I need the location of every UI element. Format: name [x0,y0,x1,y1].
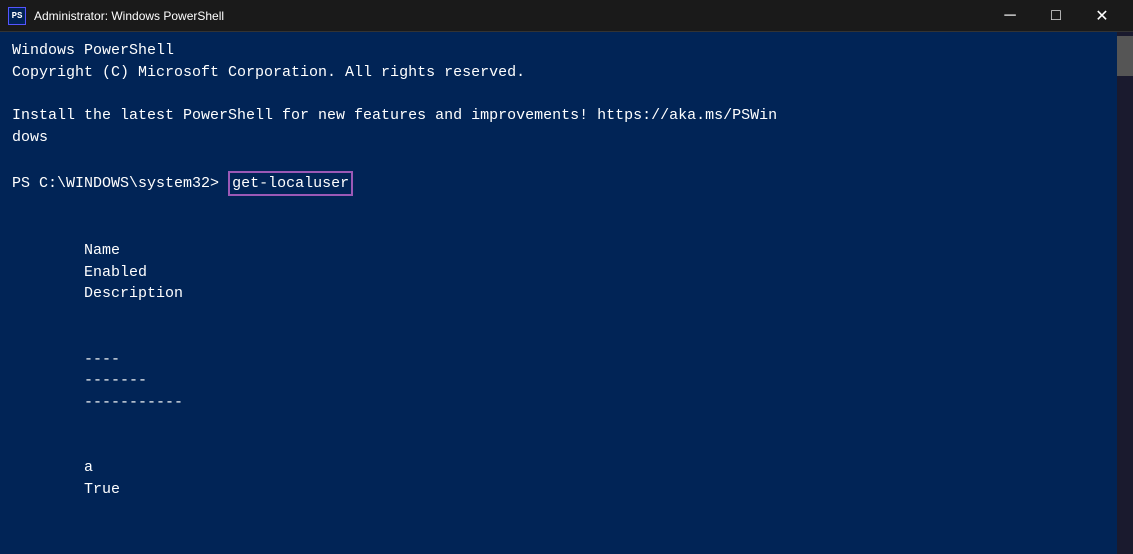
console-line-3 [12,84,1105,106]
console-line-2: Copyright (C) Microsoft Corporation. All… [12,62,1105,84]
col-header-name: Name [84,240,304,262]
row-0-enabled: True [84,479,164,501]
table-row-1: aaa False [12,544,1105,554]
table-separator: ---- ------- ----------- [12,327,1105,436]
blank-after-cmd [12,196,1105,218]
col-sep-name: ---- [84,349,304,371]
window-controls: ─ □ ✕ [987,0,1125,32]
command-text: get-localuser [228,171,353,197]
app-icon: PS [8,7,26,25]
col-header-enabled: Enabled [84,262,164,284]
col-header-desc: Description [84,283,183,305]
col-sep-enabled: ------- [84,370,164,392]
table-row-0: a True [12,436,1105,545]
console-line-4: Install the latest PowerShell for new fe… [12,105,1105,127]
console-line-1: Windows PowerShell [12,40,1105,62]
close-button[interactable]: ✕ [1079,0,1125,32]
console-line-5: dows [12,127,1105,149]
prompt-text: PS C:\WINDOWS\system32> [12,173,219,195]
console-line-6 [12,149,1105,171]
scrollbar[interactable] [1117,32,1133,554]
title-bar: PS Administrator: Windows PowerShell ─ □… [0,0,1133,32]
window-title: Administrator: Windows PowerShell [34,9,987,23]
prompt-line: PS C:\WINDOWS\system32> get-localuser [12,171,1105,197]
maximize-button[interactable]: □ [1033,0,1079,32]
console-body[interactable]: Windows PowerShell Copyright (C) Microso… [0,32,1133,554]
row-0-name: a [84,457,304,479]
col-sep-desc: ----------- [84,392,183,414]
powershell-window: PS Administrator: Windows PowerShell ─ □… [0,0,1133,554]
ps-icon: PS [8,7,26,25]
console-content: Windows PowerShell Copyright (C) Microso… [12,40,1105,554]
table-header: Name Enabled Description [12,218,1105,327]
minimize-button[interactable]: ─ [987,0,1033,32]
scrollbar-thumb[interactable] [1117,36,1133,76]
prompt-space [219,173,228,195]
